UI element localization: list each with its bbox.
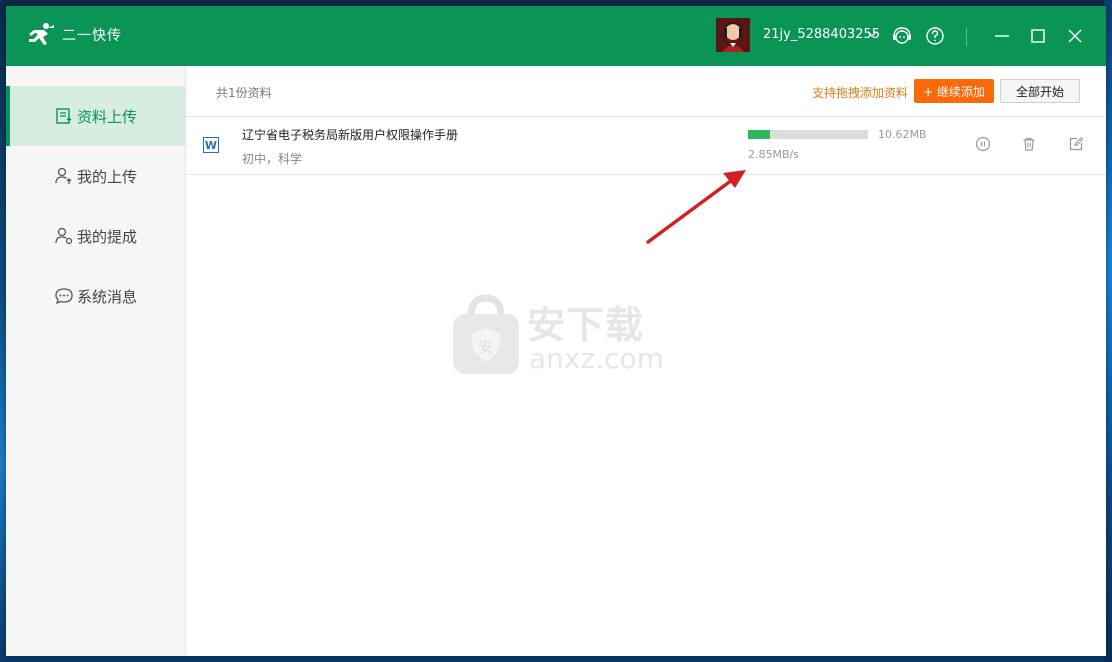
customer-service-icon[interactable] xyxy=(891,25,913,47)
title-bar: 二一快传 21jy_5288403255 xyxy=(6,6,1106,66)
upload-progress-bar xyxy=(748,130,868,139)
sidebar-item-label: 我的上传 xyxy=(77,167,138,186)
drag-hint-link[interactable]: 支持拖拽添加资料 xyxy=(812,84,908,101)
help-icon[interactable] xyxy=(924,25,946,47)
sidebar-item-label: 系统消息 xyxy=(77,287,138,306)
main-content: 共1份资料 支持拖拽添加资料 + 继续添加 全部开始 W 辽宁省电子税务局新版用… xyxy=(186,66,1106,656)
sidebar-item-label: 我的提成 xyxy=(77,227,138,246)
svg-text:安: 安 xyxy=(478,338,493,356)
document-upload-icon xyxy=(56,108,72,124)
titlebar-divider xyxy=(966,28,967,46)
file-count-text: 共1份资料 xyxy=(216,86,272,100)
file-name: 辽宁省电子税务局新版用户权限操作手册 xyxy=(242,128,459,142)
upload-progress-fill xyxy=(748,130,770,139)
sidebar: 资料上传 我的上传 我的提成 系统消息 xyxy=(6,66,186,656)
chat-bubble-icon xyxy=(55,288,73,305)
delete-icon[interactable] xyxy=(1021,136,1037,152)
file-meta: 初中，科学 xyxy=(242,152,303,166)
file-size: 10.62MB xyxy=(878,128,927,141)
runner-logo-icon xyxy=(29,23,54,45)
shield-logo-icon: 安 xyxy=(453,294,519,374)
word-file-icon: W xyxy=(203,137,219,153)
username[interactable]: 21jy_5288403255 xyxy=(763,27,880,42)
edit-icon[interactable] xyxy=(1068,136,1084,152)
app-name: 二一快传 xyxy=(62,28,122,44)
sidebar-item-upload-materials[interactable]: 资料上传 xyxy=(6,86,185,146)
avatar[interactable] xyxy=(716,18,750,52)
table-row: W 辽宁省电子税务局新版用户权限操作手册 初中，科学 10.62MB 2.85M… xyxy=(186,116,1106,175)
close-icon[interactable] xyxy=(1064,25,1086,47)
sidebar-item-my-commission[interactable]: 我的提成 xyxy=(6,206,185,266)
pause-icon[interactable] xyxy=(975,136,991,152)
sidebar-item-my-uploads[interactable]: 我的上传 xyxy=(6,146,185,206)
watermark-title: 安下载 xyxy=(527,303,645,347)
user-commission-icon xyxy=(55,227,73,245)
upload-speed: 2.85MB/s xyxy=(748,148,799,161)
maximize-icon[interactable] xyxy=(1027,25,1049,47)
sidebar-item-label: 资料上传 xyxy=(77,107,138,126)
app-window: 二一快传 21jy_5288403255 资料上传 我的上传 我的提成 系统消息… xyxy=(6,6,1106,656)
sidebar-item-system-messages[interactable]: 系统消息 xyxy=(6,266,185,326)
watermark: 安 安下载 anxz.com xyxy=(449,294,669,378)
chevron-down-icon[interactable] xyxy=(866,28,878,40)
user-upload-icon xyxy=(55,167,72,184)
minimize-icon[interactable] xyxy=(991,25,1013,47)
avatar-image-icon xyxy=(716,18,750,52)
watermark-domain: anxz.com xyxy=(529,342,664,375)
list-header: 共1份资料 支持拖拽添加资料 + 继续添加 全部开始 xyxy=(186,66,1106,117)
add-more-button[interactable]: + 继续添加 xyxy=(914,79,994,103)
start-all-button[interactable]: 全部开始 xyxy=(1000,79,1080,103)
brand: 二一快传 xyxy=(26,20,122,50)
